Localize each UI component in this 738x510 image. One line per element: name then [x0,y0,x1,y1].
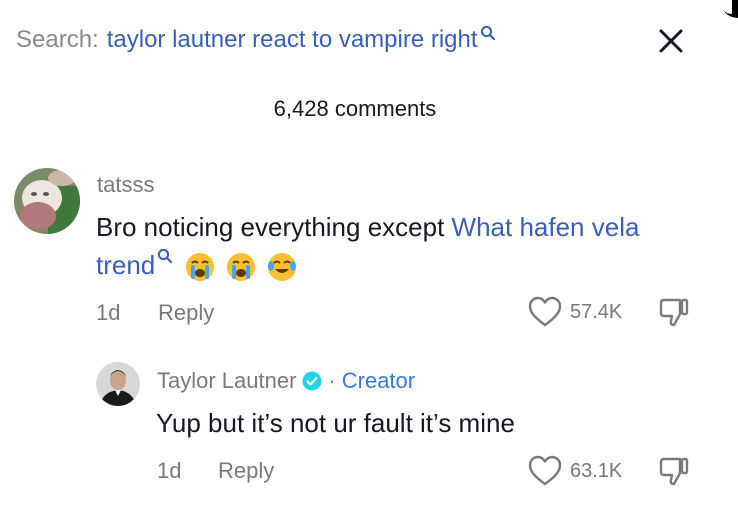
comments-count: 6,428 comments [273,96,437,121]
search-bar[interactable]: Search: taylor lautner react to vampire … [16,22,496,58]
screen-corner [720,0,738,18]
dislike-icon[interactable] [658,296,690,328]
search-prefix: Search: [16,26,99,53]
loudly-crying-face-icon [226,253,255,282]
heart-icon[interactable] [528,296,562,328]
creator-tag: Creator [341,368,416,393]
search-query-link[interactable]: taylor lautner react to vampire right [107,26,478,54]
dislike-icon[interactable] [658,455,690,487]
loudly-crying-face-icon [185,253,214,282]
separator-dot: · [328,368,336,393]
like-button[interactable]: 63.1K [528,455,622,487]
comment-username[interactable]: tatsss [97,172,154,198]
search-icon [480,25,495,41]
search-icon [158,248,173,264]
comment-time: 1d [96,300,121,325]
comment-body: Bro noticing everything except [96,212,452,242]
comment-text: Bro noticing everything except What hafe… [96,208,696,284]
avatar[interactable] [14,168,80,234]
like-count: 63.1K [570,459,623,482]
heart-icon[interactable] [528,455,562,487]
comment-username[interactable]: Taylor Lautner [157,368,296,394]
comment-text: Yup but it’s not ur fault it’s mine [156,408,515,438]
comment-time: 1d [157,458,182,483]
comment-username-row: Taylor Lautner · Creator [157,368,415,394]
close-icon[interactable] [656,26,686,56]
like-count: 57.4K [570,300,623,323]
reply-button[interactable]: Reply [218,458,274,484]
like-button[interactable]: 57.4K [528,296,622,328]
avatar[interactable] [96,362,140,406]
verified-badge-icon [302,371,322,391]
reply-button[interactable]: Reply [158,300,214,326]
face-with-tears-of-joy-icon [267,253,296,282]
